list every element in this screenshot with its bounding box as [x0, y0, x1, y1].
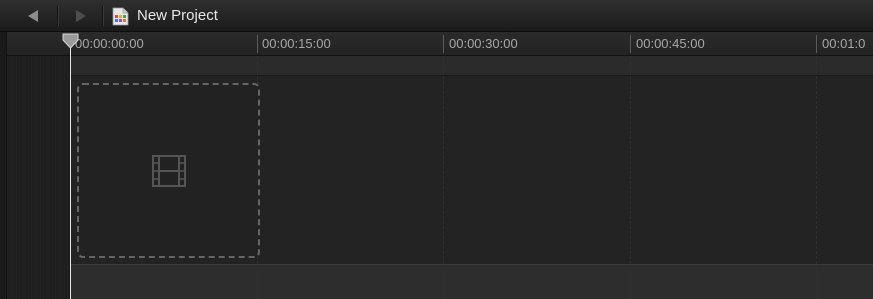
grid-line	[816, 56, 817, 299]
timeline-window: New Project 00:00:00:00 00:00:15:00 00:0…	[0, 0, 873, 299]
ruler-tick	[443, 35, 444, 53]
toolbar-divider	[57, 6, 59, 26]
back-button[interactable]	[22, 6, 44, 26]
ruler-tick	[816, 35, 817, 53]
ruler-tick	[630, 35, 631, 53]
playhead-line[interactable]	[70, 40, 71, 299]
playhead-handle-icon[interactable]	[62, 33, 79, 49]
back-arrow-icon	[28, 10, 38, 22]
ruler-timecode: 00:01:0	[822, 36, 866, 51]
ruler-timecode: 00:00:45:00	[636, 36, 705, 51]
film-strip-icon	[152, 155, 186, 187]
forward-arrow-icon	[76, 10, 86, 22]
toolbar-divider	[102, 6, 104, 26]
ruler-timecode: 00:00:15:00	[262, 36, 331, 51]
grid-line	[443, 56, 444, 299]
toolbar: New Project	[0, 0, 873, 32]
project-document-icon	[112, 7, 129, 26]
audio-lane[interactable]	[70, 264, 873, 299]
grid-line	[630, 56, 631, 299]
track-header-gutter	[7, 56, 70, 299]
timeline-ruler[interactable]: 00:00:00:00 00:00:15:00 00:00:30:00 00:0…	[0, 32, 873, 56]
ruler-timecode: 00:00:00:00	[75, 36, 144, 51]
connected-clip-lane[interactable]	[70, 56, 873, 76]
project-title: New Project	[137, 7, 218, 24]
clip-drop-zone[interactable]	[77, 83, 260, 258]
forward-button[interactable]	[70, 6, 92, 26]
ruler-tick	[257, 35, 258, 53]
timeline-left-edge	[0, 32, 7, 299]
ruler-timecode: 00:00:30:00	[449, 36, 518, 51]
